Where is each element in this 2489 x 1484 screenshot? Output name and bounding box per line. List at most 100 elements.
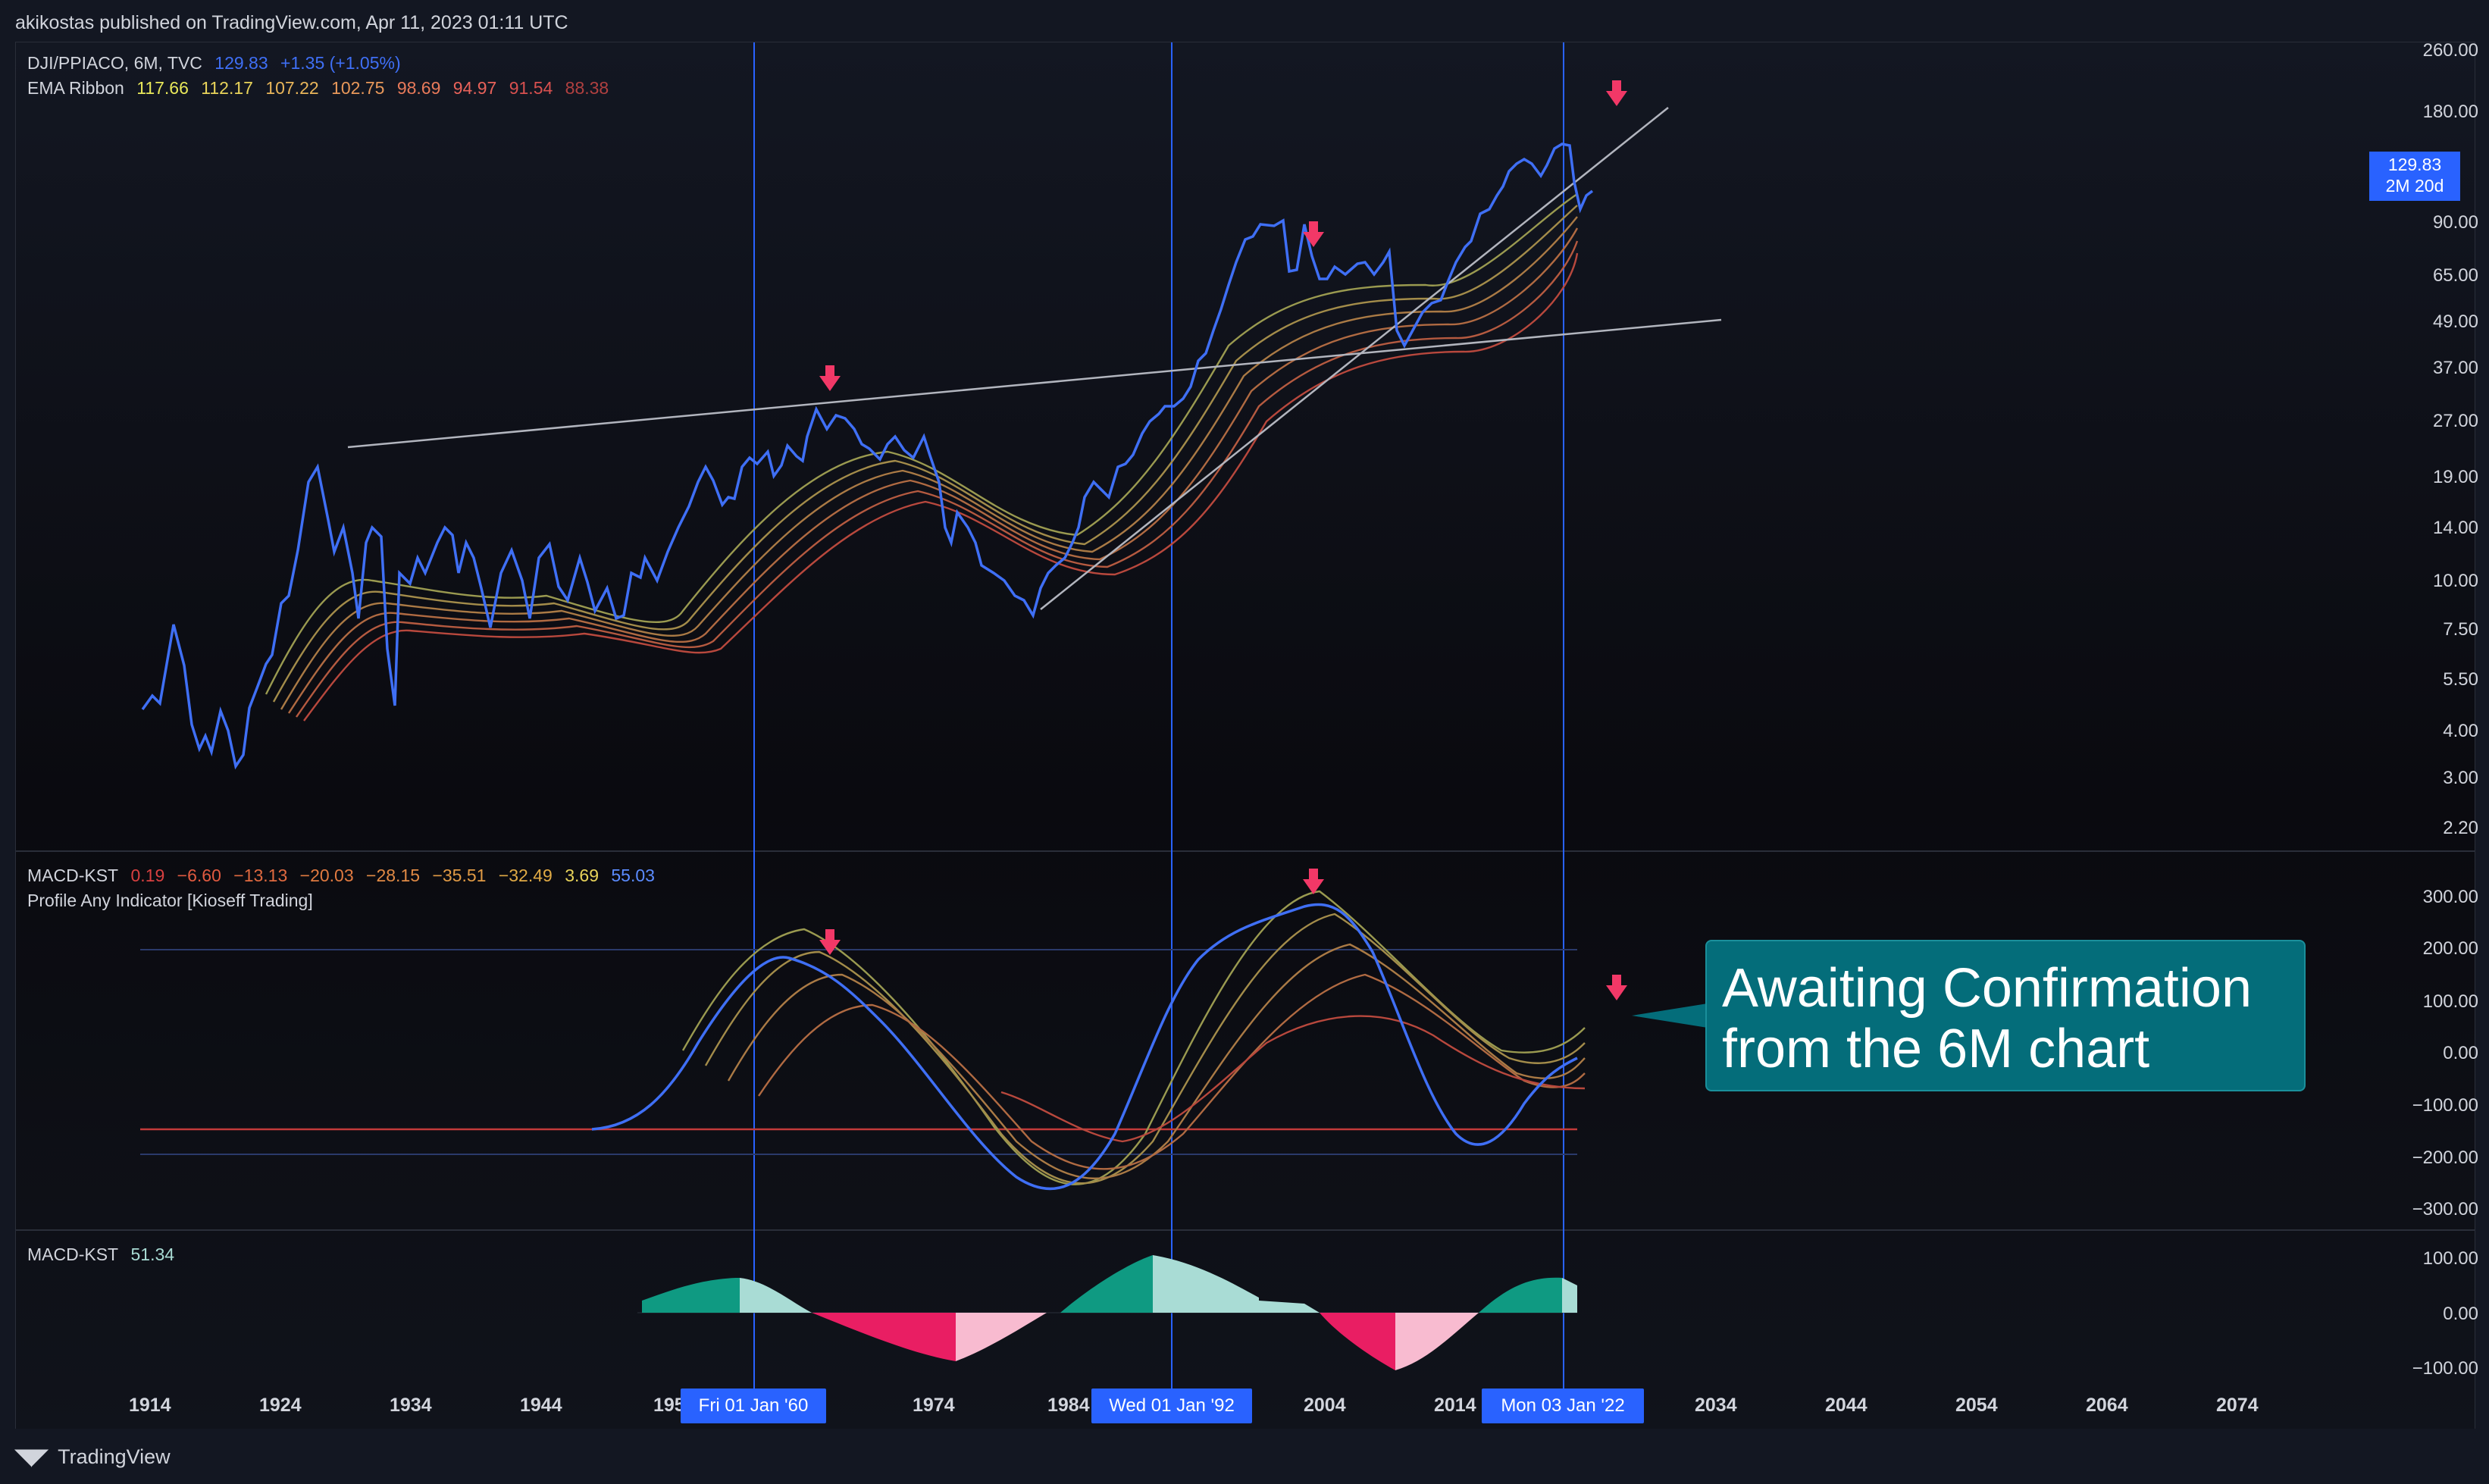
- histogram-positive: [1060, 1255, 1153, 1313]
- histogram-positive: [1479, 1277, 1562, 1313]
- macd-axis-label: 200.00: [2422, 938, 2478, 959]
- histogram-value: 51.34: [130, 1244, 175, 1264]
- tradingview-brand[interactable]: ◥◤ TradingView: [15, 1444, 171, 1469]
- macd-axis-label: −300.00: [2412, 1199, 2478, 1219]
- ema-value: 107.22: [265, 78, 319, 98]
- histogram-axis-label: 100.00: [2422, 1248, 2478, 1269]
- price-axis-label: 19.00: [2432, 467, 2478, 487]
- time-axis-label: 1914: [129, 1395, 171, 1416]
- symbol-label[interactable]: DJI/PPIACO, 6M, TVC: [27, 53, 202, 73]
- macd-lagging-curves: [681, 890, 1586, 1185]
- macd-value: 55.03: [611, 866, 655, 885]
- histogram-negative: [812, 1313, 956, 1361]
- price-axis-label: 7.50: [2443, 619, 2478, 640]
- macd-axis-label: 100.00: [2422, 991, 2478, 1012]
- footer: ◥◤ TradingView: [0, 1429, 2489, 1484]
- time-axis-label: 2074: [2216, 1395, 2259, 1416]
- price-axis-label: 260.00: [2422, 40, 2478, 61]
- ema-value: 117.66: [136, 78, 189, 98]
- macd-value: −6.60: [177, 866, 221, 885]
- ema-label[interactable]: EMA Ribbon: [27, 78, 124, 98]
- histogram-positive-falling: [1153, 1255, 1259, 1313]
- time-axis-label: 2054: [1955, 1395, 1998, 1416]
- chart-canvas[interactable]: [16, 42, 2475, 1429]
- price-axis-label: 5.50: [2443, 669, 2478, 690]
- histogram-axis-label: −100.00: [2412, 1358, 2478, 1379]
- price-axis-label: 10.00: [2432, 571, 2478, 591]
- ema-value: 91.54: [509, 78, 553, 98]
- histogram-positive: [642, 1278, 740, 1313]
- published-text: akikostas published on TradingView.com, …: [15, 12, 568, 33]
- time-axis-label: 1984: [1047, 1395, 1090, 1416]
- time-axis-label: 1974: [913, 1395, 955, 1416]
- time-axis-label: 2044: [1825, 1395, 1868, 1416]
- histogram-negative: [1320, 1313, 1395, 1370]
- time-badge[interactable]: Fri 01 Jan '60: [681, 1389, 826, 1423]
- last-price: 129.83: [214, 53, 268, 73]
- price-axis-label: 4.00: [2443, 721, 2478, 741]
- macd-line[interactable]: [591, 903, 1578, 1191]
- macd-value: −28.15: [366, 866, 421, 885]
- macd-value: −13.13: [233, 866, 288, 885]
- down-arrow-icon[interactable]: [819, 365, 841, 391]
- macd-value: −32.49: [498, 866, 553, 885]
- macd-label[interactable]: MACD-KST: [27, 866, 118, 885]
- profile-label[interactable]: Profile Any Indicator [Kioseff Trading]: [27, 891, 313, 910]
- ema-legend: EMA Ribbon 117.66 112.17 107.22 102.75 9…: [27, 78, 616, 99]
- annotation-callout[interactable]: Awaiting Confirmation from the 6M chart: [1705, 940, 2306, 1091]
- macd-axis-label: 300.00: [2422, 887, 2478, 907]
- price-axis-label: 90.00: [2432, 212, 2478, 233]
- time-badge[interactable]: Wed 01 Jan '92: [1091, 1389, 1252, 1423]
- price-axis-label: 27.00: [2432, 411, 2478, 431]
- down-arrow-icon[interactable]: [1303, 221, 1324, 247]
- time-axis-label: 1924: [259, 1395, 302, 1416]
- last-price-tag[interactable]: 129.83 2M 20d: [2369, 152, 2460, 201]
- macd-axis-label: −200.00: [2412, 1147, 2478, 1168]
- down-arrow-icon[interactable]: [1606, 80, 1627, 106]
- histogram-negative-rising: [1395, 1313, 1479, 1370]
- main-legend: DJI/PPIACO, 6M, TVC 129.83 +1.35 (+1.05%…: [27, 53, 409, 74]
- time-axis-label: 2034: [1695, 1395, 1737, 1416]
- macd-value: 3.69: [565, 866, 599, 885]
- histogram-positive-falling: [740, 1278, 812, 1313]
- histogram-axis-label: 0.00: [2443, 1304, 2478, 1324]
- macd-axis-label: −100.00: [2412, 1095, 2478, 1116]
- price-axis-label: 3.00: [2443, 768, 2478, 788]
- time-axis-label: 1944: [520, 1395, 562, 1416]
- macd-legend: MACD-KST 0.19 −6.60 −13.13 −20.03 −28.15…: [27, 866, 662, 886]
- macd-axis-label: 0.00: [2443, 1043, 2478, 1063]
- histogram-legend: MACD-KST 51.34: [27, 1244, 182, 1265]
- ema-ribbon: [265, 193, 1579, 722]
- price-axis-label: 2.20: [2443, 818, 2478, 838]
- ema-value: 98.69: [396, 78, 441, 98]
- macd-value: −20.03: [299, 866, 354, 885]
- ema-value: 112.17: [201, 78, 253, 98]
- down-arrow-icon[interactable]: [819, 929, 841, 955]
- ema-value: 88.38: [565, 78, 609, 98]
- macd-value: 0.19: [130, 866, 165, 885]
- price-axis-label: 37.00: [2432, 358, 2478, 378]
- ema-value: 102.75: [331, 78, 385, 98]
- price-axis-label: 14.00: [2432, 518, 2478, 538]
- time-axis-label: 2014: [1434, 1395, 1476, 1416]
- time-axis-label: 2004: [1304, 1395, 1346, 1416]
- down-arrow-icon[interactable]: [1303, 869, 1324, 894]
- histogram-positive-falling: [1562, 1278, 1577, 1313]
- time-badge[interactable]: Mon 03 Jan '22: [1482, 1389, 1644, 1423]
- chart-area[interactable]: DJI/PPIACO, 6M, TVC 129.83 +1.35 (+1.05%…: [15, 42, 2475, 1430]
- price-axis[interactable]: 260.00 180.00 90.00 65.00 49.00 37.00 27…: [2395, 0, 2478, 1429]
- callout-pointer: [1632, 1003, 1708, 1028]
- down-arrow-icon[interactable]: [1606, 975, 1627, 1000]
- callout-line: from the 6M chart: [1722, 1019, 2150, 1079]
- time-axis-label: 2064: [2086, 1395, 2128, 1416]
- price-tag-countdown: 2M 20d: [2385, 176, 2444, 196]
- trend-line-horizontal[interactable]: [347, 318, 1722, 449]
- price-axis-label: 65.00: [2432, 265, 2478, 286]
- price-axis-label: 49.00: [2432, 312, 2478, 332]
- histogram-negative-rising: [956, 1313, 1047, 1361]
- profile-legend: Profile Any Indicator [Kioseff Trading]: [27, 891, 321, 911]
- time-axis-label: 1934: [390, 1395, 432, 1416]
- histogram-positive-falling: [1259, 1301, 1320, 1313]
- histogram-label[interactable]: MACD-KST: [27, 1244, 118, 1264]
- ema-value: 94.97: [452, 78, 497, 98]
